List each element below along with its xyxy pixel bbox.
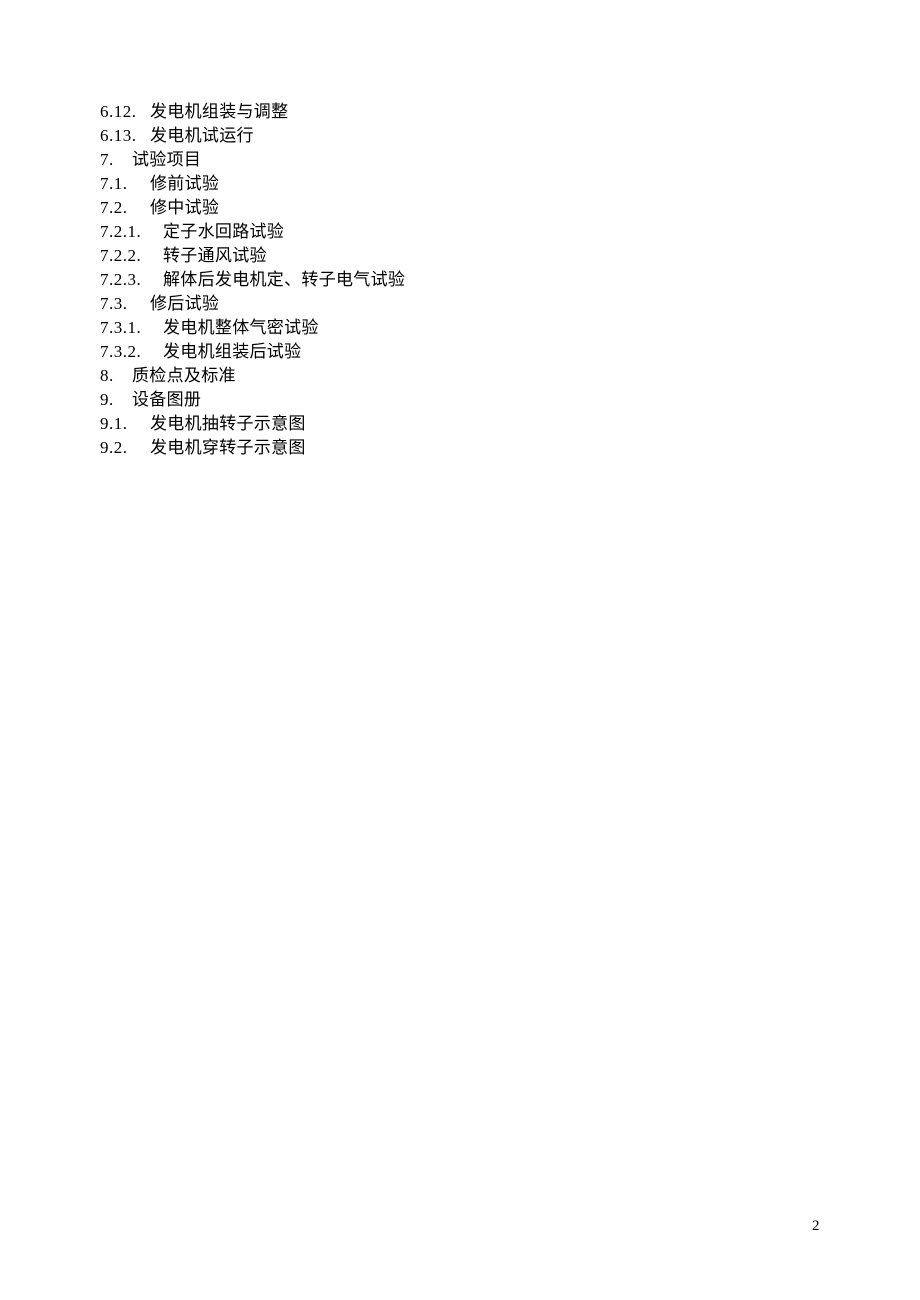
toc-entry-number: 9. [100,390,114,409]
toc-entry-number: 7.2.3. [100,270,142,289]
toc-entry-title: 修中试验 [150,198,220,217]
table-of-contents: 6.12. 发电机组装与调整 6.13. 发电机试运行 7. 试验项目 7.1.… [100,100,405,460]
toc-entry-title: 质检点及标准 [132,366,236,385]
toc-entry: 7. 试验项目 [100,148,405,172]
toc-entry-number: 7.3. [100,294,128,313]
toc-entry-title: 发电机组装与调整 [150,102,289,121]
toc-entry: 7.1. 修前试验 [100,172,405,196]
toc-entry-title: 发电机试运行 [150,126,254,145]
toc-entry: 7.3. 修后试验 [100,292,405,316]
toc-entry-title: 修前试验 [150,174,220,193]
toc-entry-number: 9.1. [100,414,128,433]
toc-entry-number: 7. [100,150,114,169]
document-page: 6.12. 发电机组装与调整 6.13. 发电机试运行 7. 试验项目 7.1.… [0,0,920,1300]
toc-entry-title: 解体后发电机定、转子电气试验 [163,270,406,289]
toc-entry-title: 转子通风试验 [163,246,267,265]
toc-entry-number: 7.2. [100,198,128,217]
toc-entry: 7.3.1. 发电机整体气密试验 [100,316,405,340]
toc-entry-title: 定子水回路试验 [163,222,285,241]
toc-entry: 7.2.1. 定子水回路试验 [100,220,405,244]
toc-entry: 9. 设备图册 [100,388,405,412]
toc-entry-number: 7.2.1. [100,222,142,241]
toc-entry: 7.2.2. 转子通风试验 [100,244,405,268]
toc-entry-number: 7.2.2. [100,246,142,265]
toc-entry: 9.1. 发电机抽转子示意图 [100,412,405,436]
toc-entry-title: 修后试验 [150,294,220,313]
toc-entry: 6.12. 发电机组装与调整 [100,100,405,124]
toc-entry: 9.2. 发电机穿转子示意图 [100,436,405,460]
toc-entry-number: 7.3.2. [100,342,142,361]
toc-entry-title: 发电机抽转子示意图 [150,414,306,433]
toc-entry-number: 9.2. [100,438,128,457]
toc-entry-title: 发电机整体气密试验 [163,318,319,337]
toc-entry-title: 试验项目 [132,150,202,169]
toc-entry: 7.3.2. 发电机组装后试验 [100,340,405,364]
page-number: 2 [812,1218,820,1234]
toc-entry: 6.13. 发电机试运行 [100,124,405,148]
toc-entry-title: 发电机穿转子示意图 [150,438,306,457]
toc-entry: 7.2. 修中试验 [100,196,405,220]
toc-entry-title: 发电机组装后试验 [163,342,302,361]
toc-entry-title: 设备图册 [132,390,202,409]
toc-entry-number: 7.1. [100,174,128,193]
toc-entry-number: 6.12. [100,102,137,121]
toc-entry: 8. 质检点及标准 [100,364,405,388]
toc-entry-number: 6.13. [100,126,137,145]
toc-entry: 7.2.3. 解体后发电机定、转子电气试验 [100,268,405,292]
toc-entry-number: 7.3.1. [100,318,142,337]
toc-entry-number: 8. [100,366,114,385]
